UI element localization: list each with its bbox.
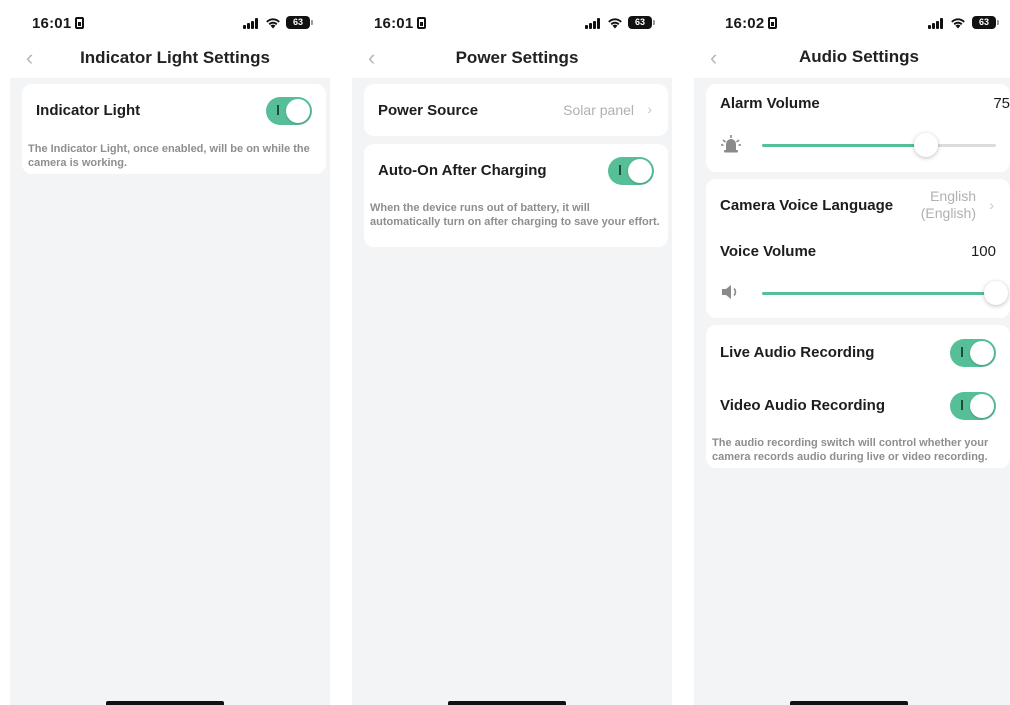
alarm-volume-slider[interactable] <box>762 133 996 157</box>
audio-recording-description: The audio recording switch will control … <box>712 437 989 463</box>
voice-language-label: Camera Voice Language <box>720 197 894 214</box>
battery-icon: 63 <box>628 16 655 29</box>
indicator-light-card: Indicator Light The Indicator Light, onc… <box>22 84 326 174</box>
indicator-light-label: Indicator Light <box>36 102 141 119</box>
live-audio-label: Live Audio Recording <box>720 344 875 361</box>
signal-icon <box>928 18 946 29</box>
audio-recording-card: Live Audio Recording Video Audio Recordi… <box>706 325 1010 468</box>
voice-volume-fill <box>762 292 996 295</box>
power-source-label: Power Source <box>378 102 479 119</box>
nav-bar: ‹ Power Settings <box>342 44 672 74</box>
wifi-icon <box>608 18 622 29</box>
alarm-volume-fill <box>762 144 926 147</box>
battery-icon: 63 <box>286 16 313 29</box>
power-source-value: Solar panel <box>563 102 634 118</box>
voice-language-value-line2: (English) <box>920 205 976 221</box>
alarm-volume-value: 75 <box>993 95 1010 112</box>
chevron-left-icon[interactable]: ‹ <box>368 46 386 70</box>
power-source-row[interactable]: Power Source Solar panel › <box>364 84 668 136</box>
voice-language-value-line1: English <box>930 188 976 204</box>
alarm-volume-label: Alarm Volume <box>720 95 820 112</box>
voice-language-value: English (English) <box>921 188 976 222</box>
power-settings-screen: 16:01 63 ‹ Power Settings Power Source S… <box>342 0 672 705</box>
live-audio-toggle[interactable] <box>950 339 996 367</box>
voice-language-row[interactable]: Camera Voice Language English (English) … <box>706 179 1010 231</box>
voice-volume-slider[interactable] <box>762 281 1008 305</box>
voice-volume-label: Voice Volume <box>720 243 817 260</box>
alarm-bell-icon <box>721 135 741 153</box>
indicator-light-toggle[interactable] <box>266 97 312 125</box>
page-title: Audio Settings <box>799 47 919 66</box>
status-time: 16:02 <box>725 15 778 32</box>
page-title: Power Settings <box>455 48 579 67</box>
status-time: 16:01 <box>32 15 85 32</box>
nav-bar: ‹ Audio Settings <box>684 44 1010 74</box>
auto-on-toggle[interactable] <box>608 157 654 185</box>
status-time: 16:01 <box>374 15 427 32</box>
home-indicator <box>790 701 908 705</box>
status-bar: 16:02 63 <box>684 0 1010 44</box>
wifi-icon <box>266 18 280 29</box>
voice-settings-card: Camera Voice Language English (English) … <box>706 179 1010 318</box>
signal-icon <box>585 18 603 29</box>
chevron-right-icon: › <box>989 197 994 213</box>
home-indicator <box>106 701 224 705</box>
wifi-icon <box>951 18 965 29</box>
auto-on-description: When the device runs out of battery, it … <box>370 202 660 228</box>
signal-icon <box>243 18 261 29</box>
nav-bar: ‹ Indicator Light Settings <box>0 44 330 74</box>
status-bar: 16:01 63 <box>0 0 330 44</box>
battery-icon: 63 <box>972 16 999 29</box>
home-indicator <box>448 701 566 705</box>
indicator-light-description: The Indicator Light, once enabled, will … <box>28 143 310 169</box>
auto-on-card: Auto-On After Charging When the device r… <box>364 144 668 247</box>
alarm-volume-thumb[interactable] <box>914 133 938 157</box>
sim-icon <box>75 17 85 29</box>
chevron-right-icon: › <box>647 101 652 117</box>
status-bar: 16:01 63 <box>342 0 672 44</box>
indicator-light-screen: 16:01 63 ‹ Indicator Light Settings Indi… <box>0 0 330 705</box>
alarm-volume-card: Alarm Volume 75 <box>706 84 1010 172</box>
voice-volume-value: 100 <box>970 243 996 260</box>
voice-volume-thumb[interactable] <box>984 281 1008 305</box>
speaker-icon <box>722 285 737 299</box>
video-audio-toggle[interactable] <box>950 392 996 420</box>
chevron-left-icon[interactable]: ‹ <box>26 46 44 70</box>
auto-on-label: Auto-On After Charging <box>378 162 547 179</box>
sim-icon <box>417 17 427 29</box>
sim-icon <box>768 17 778 29</box>
video-audio-label: Video Audio Recording <box>720 397 886 414</box>
page-title: Indicator Light Settings <box>80 48 270 67</box>
audio-settings-screen: 16:02 63 ‹ Audio Settings Alarm Volume 7… <box>684 0 1010 705</box>
chevron-left-icon[interactable]: ‹ <box>710 46 728 70</box>
